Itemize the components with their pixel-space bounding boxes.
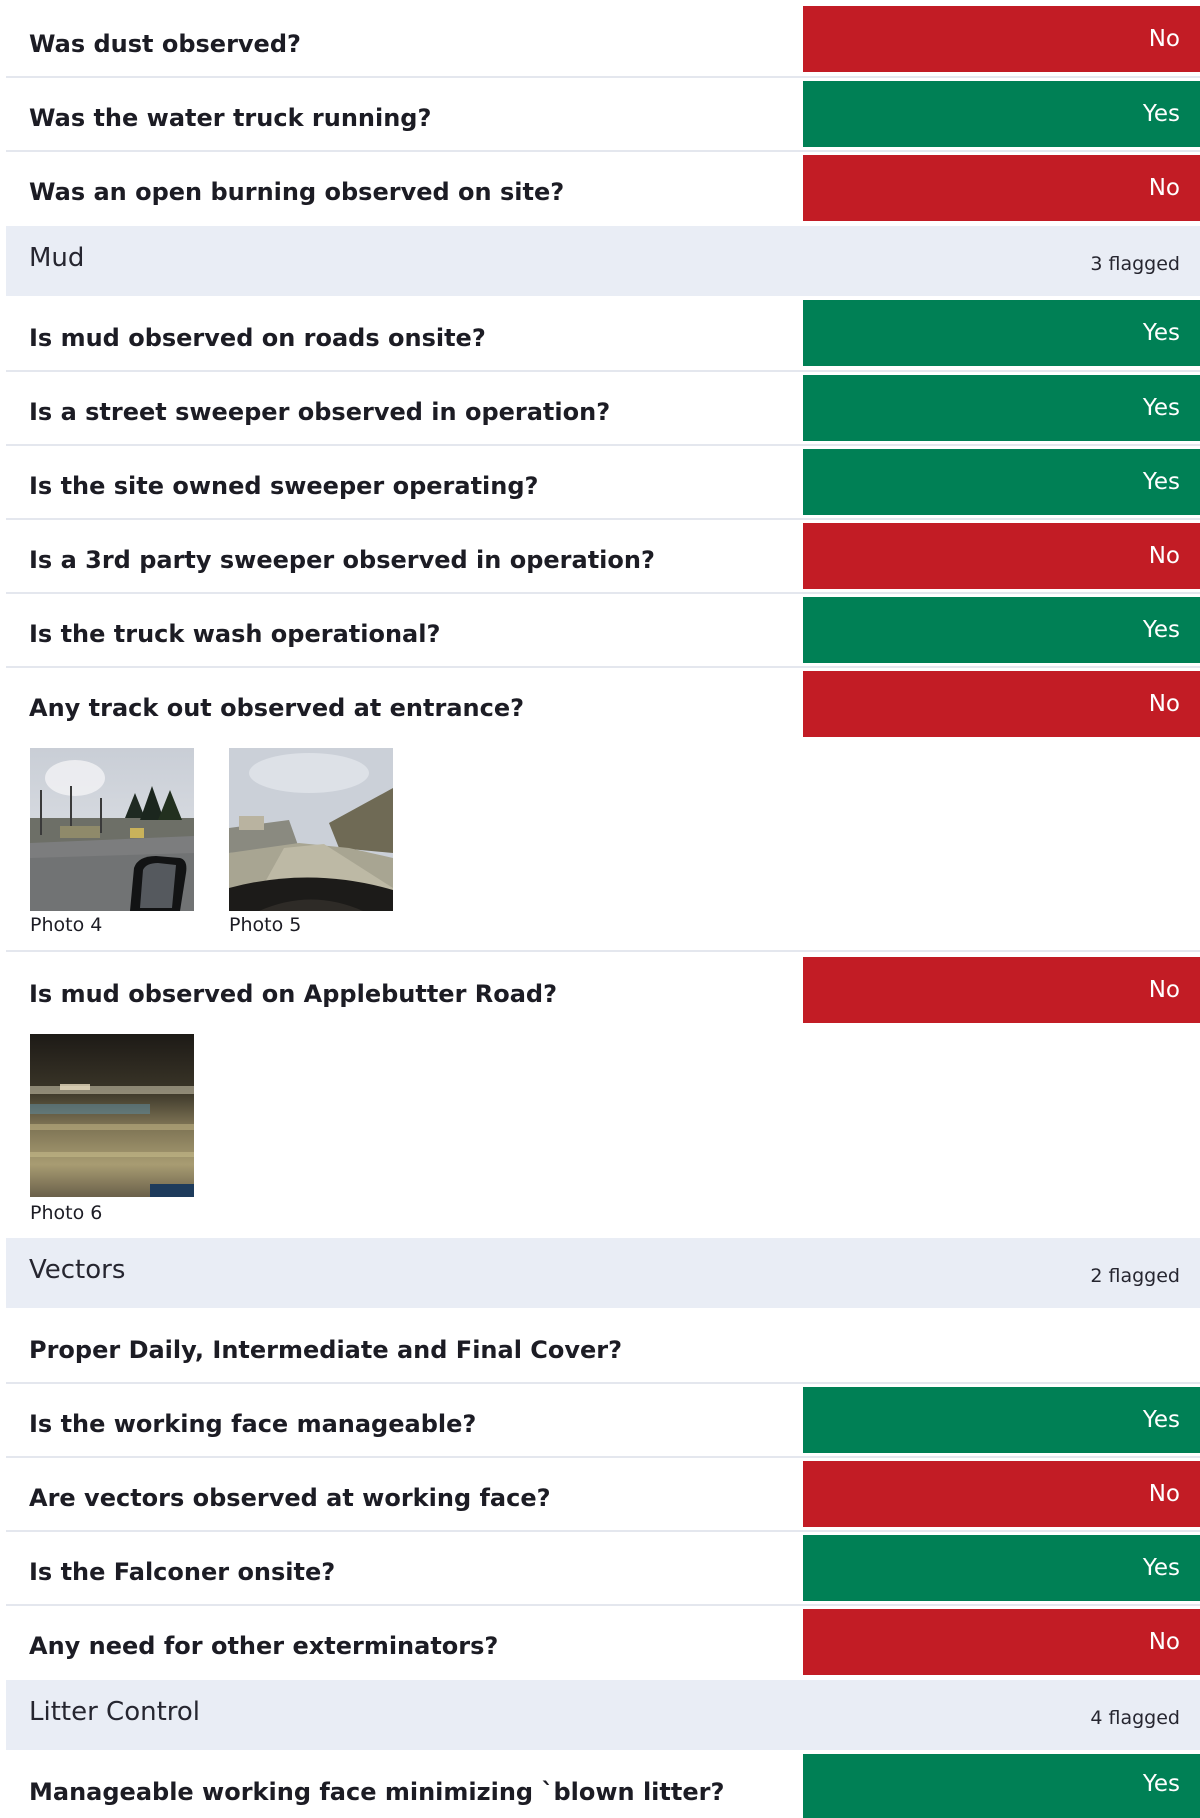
photo-thumbnail[interactable]	[229, 748, 393, 911]
photo-caption: Photo 6	[30, 1202, 103, 1224]
question-text: Is mud observed on Applebutter Road?	[29, 980, 558, 1008]
question-text: Any need for other exterminators?	[29, 1632, 499, 1660]
answer-yes-button[interactable]: Yes	[803, 81, 1200, 147]
question-text: Proper Daily, Intermediate and Final Cov…	[29, 1336, 623, 1364]
section-title: Mud	[29, 243, 85, 273]
section-title: Vectors	[29, 1255, 126, 1285]
answer-no-button[interactable]: No	[803, 6, 1200, 72]
answer-yes-button[interactable]: Yes	[803, 1754, 1200, 1818]
question-row: Is a street sweeper observed in operatio…	[6, 372, 1200, 446]
question-text: Was dust observed?	[29, 30, 301, 58]
answer-yes-button[interactable]: Yes	[803, 1535, 1200, 1601]
answer-yes-button[interactable]: Yes	[803, 597, 1200, 663]
question-text: Are vectors observed at working face?	[29, 1484, 551, 1512]
question-text: Was the water truck running?	[29, 104, 432, 132]
question-text: Is the truck wash operational?	[29, 620, 441, 648]
question-text: Is mud observed on roads onsite?	[29, 324, 486, 352]
question-text: Is a 3rd party sweeper observed in opera…	[29, 546, 655, 574]
section-header-litter-control[interactable]: Litter Control 4 flagged	[6, 1680, 1200, 1750]
question-row: Are vectors observed at working face? No	[6, 1458, 1200, 1532]
flagged-count: 4 flagged	[1090, 1707, 1180, 1729]
answer-no-button[interactable]: No	[803, 671, 1200, 737]
question-text: Is the site owned sweeper operating?	[29, 472, 539, 500]
question-row: Any need for other exterminators? No	[6, 1606, 1200, 1680]
question-text: Is a street sweeper observed in operatio…	[29, 398, 611, 426]
question-row: Is mud observed on Applebutter Road? No …	[6, 952, 1200, 1238]
flagged-count: 2 flagged	[1090, 1265, 1180, 1287]
question-row: Is mud observed on roads onsite? Yes	[6, 296, 1200, 372]
question-row: Is the Falconer onsite? Yes	[6, 1532, 1200, 1606]
photo-caption: Photo 4	[30, 914, 103, 936]
question-row: Was an open burning observed on site? No	[6, 152, 1200, 226]
section-header-vectors[interactable]: Vectors 2 flagged	[6, 1238, 1200, 1308]
answer-no-button[interactable]: No	[803, 155, 1200, 221]
question-text: Was an open burning observed on site?	[29, 178, 565, 206]
answer-yes-button[interactable]: Yes	[803, 449, 1200, 515]
question-text: Is the working face manageable?	[29, 1410, 477, 1438]
question-row: Manageable working face minimizing `blow…	[6, 1750, 1200, 1818]
question-row: Is the working face manageable? Yes	[6, 1384, 1200, 1458]
answer-yes-button[interactable]: Yes	[803, 300, 1200, 366]
question-text: Any track out observed at entrance?	[29, 694, 525, 722]
section-header-mud[interactable]: Mud 3 flagged	[6, 226, 1200, 296]
question-text: Manageable working face minimizing `blow…	[29, 1778, 725, 1806]
section-title: Litter Control	[29, 1697, 201, 1727]
question-row: Is the site owned sweeper operating? Yes	[6, 446, 1200, 520]
answer-no-button[interactable]: No	[803, 1461, 1200, 1527]
question-text: Is the Falconer onsite?	[29, 1558, 336, 1586]
answer-no-button[interactable]: No	[803, 957, 1200, 1023]
answer-yes-button[interactable]: Yes	[803, 1387, 1200, 1453]
question-row: Was dust observed? No	[6, 0, 1200, 78]
answer-no-button[interactable]: No	[803, 523, 1200, 589]
photo-thumbnail[interactable]	[30, 1034, 194, 1197]
flagged-count: 3 flagged	[1090, 253, 1180, 275]
question-row: Was the water truck running? Yes	[6, 78, 1200, 152]
question-row: Is the truck wash operational? Yes	[6, 594, 1200, 668]
question-row: Any track out observed at entrance? No P…	[6, 668, 1200, 952]
photo-thumbnail[interactable]	[30, 748, 194, 911]
answer-yes-button[interactable]: Yes	[803, 375, 1200, 441]
answer-no-button[interactable]: No	[803, 1609, 1200, 1675]
question-row: Is a 3rd party sweeper observed in opera…	[6, 520, 1200, 594]
photo-caption: Photo 5	[229, 914, 302, 936]
question-row: Proper Daily, Intermediate and Final Cov…	[6, 1308, 1200, 1384]
